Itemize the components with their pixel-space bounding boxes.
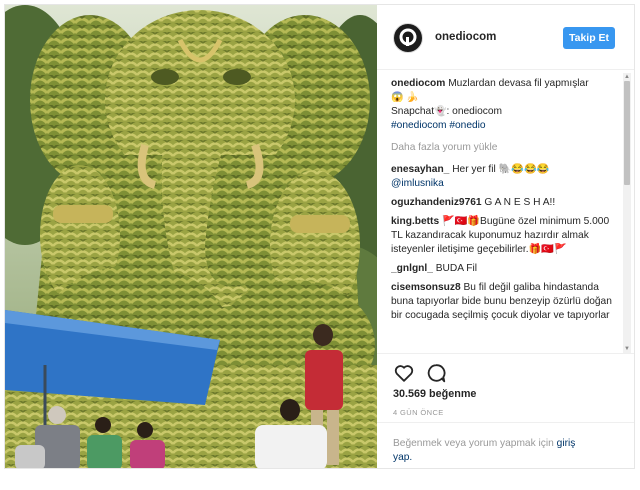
instagram-embed: onediocom Takip Et onediocom Muzlardan d… <box>4 4 635 469</box>
comment-item: _gnlgnl_ BUDA Fil <box>391 262 616 276</box>
comment-item: oguzhandeniz9761 G A N E S H A!! <box>391 196 616 210</box>
comment-item: enesayhan_ Her yer fil 🐘😂😂😂 @imlusnika <box>391 163 616 191</box>
snapchat-label: Snapchat <box>391 106 435 117</box>
heart-outline-icon <box>394 365 414 382</box>
caption-username[interactable]: onediocom <box>391 78 445 89</box>
comments-list: onediocom Muzlardan devasa fil yapmışlar… <box>391 77 616 352</box>
onedio-logo-icon <box>399 28 417 46</box>
login-prompt-text: Beğenmek veya yorum yapmak için <box>393 438 554 449</box>
speech-bubble-icon <box>427 364 446 383</box>
comment-button[interactable] <box>425 362 447 384</box>
caption-text: Muzlardan devasa fil yapmışlar <box>448 78 589 89</box>
snapchat-value: : onediocom <box>446 106 503 117</box>
post-header: onediocom Takip Et <box>377 5 634 70</box>
post-photo[interactable] <box>5 5 377 468</box>
caption: onediocom Muzlardan devasa fil yapmışlar… <box>391 77 616 133</box>
login-prompt-row: Beğenmek veya yorum yapmak için giriş ya… <box>377 422 634 468</box>
comment-username[interactable]: _gnlgnl_ <box>391 263 433 274</box>
post-actions: 30.569 beğenme 4 GÜN ÖNCE Beğenmek veya … <box>377 353 634 468</box>
load-more-comments[interactable]: Daha fazla yorum yükle <box>391 141 616 155</box>
comment-username[interactable]: oguzhandeniz9761 <box>391 197 482 208</box>
scrollbar-thumb[interactable] <box>624 81 630 185</box>
comment-username[interactable]: enesayhan_ <box>391 164 449 175</box>
caption-hashtags[interactable]: #onediocom #onedio <box>391 120 486 131</box>
comment-text: BUDA Fil <box>435 263 478 274</box>
comment-mention[interactable]: @imlusnika <box>391 178 444 189</box>
login-prompt: Beğenmek veya yorum yapmak için giriş ya… <box>393 437 593 465</box>
comment-username[interactable]: cisemsonsuz8 <box>391 282 461 293</box>
likes-count[interactable]: 30.569 beğenme <box>393 388 476 400</box>
comments-scrollbar[interactable]: ▲ ▼ <box>623 73 631 353</box>
comment-username[interactable]: king.betts <box>391 216 439 227</box>
comment-text: Her yer fil 🐘😂😂😂 <box>452 164 550 175</box>
scroll-up-arrow-icon[interactable]: ▲ <box>623 73 631 81</box>
follow-button[interactable]: Takip Et <box>563 27 615 49</box>
caption-emoji: 😱 🍌 <box>391 92 419 103</box>
like-button[interactable] <box>393 362 415 384</box>
banana-elephant-image <box>5 5 377 468</box>
header-username[interactable]: onediocom <box>435 31 496 43</box>
comment-item: cisemsonsuz8 Bu fil değil galiba hindast… <box>391 281 616 323</box>
comment-text: G A N E S H A!! <box>484 197 556 208</box>
post-timestamp[interactable]: 4 GÜN ÖNCE <box>393 408 444 417</box>
avatar[interactable] <box>393 23 423 53</box>
comment-item: king.betts 🚩🇹🇷🎁Bugüne özel minimum 5.000… <box>391 215 616 257</box>
snapchat-emoji: 👻 <box>434 106 447 117</box>
scroll-down-arrow-icon[interactable]: ▼ <box>623 345 631 353</box>
post-panel: onediocom Takip Et onediocom Muzlardan d… <box>377 5 634 468</box>
